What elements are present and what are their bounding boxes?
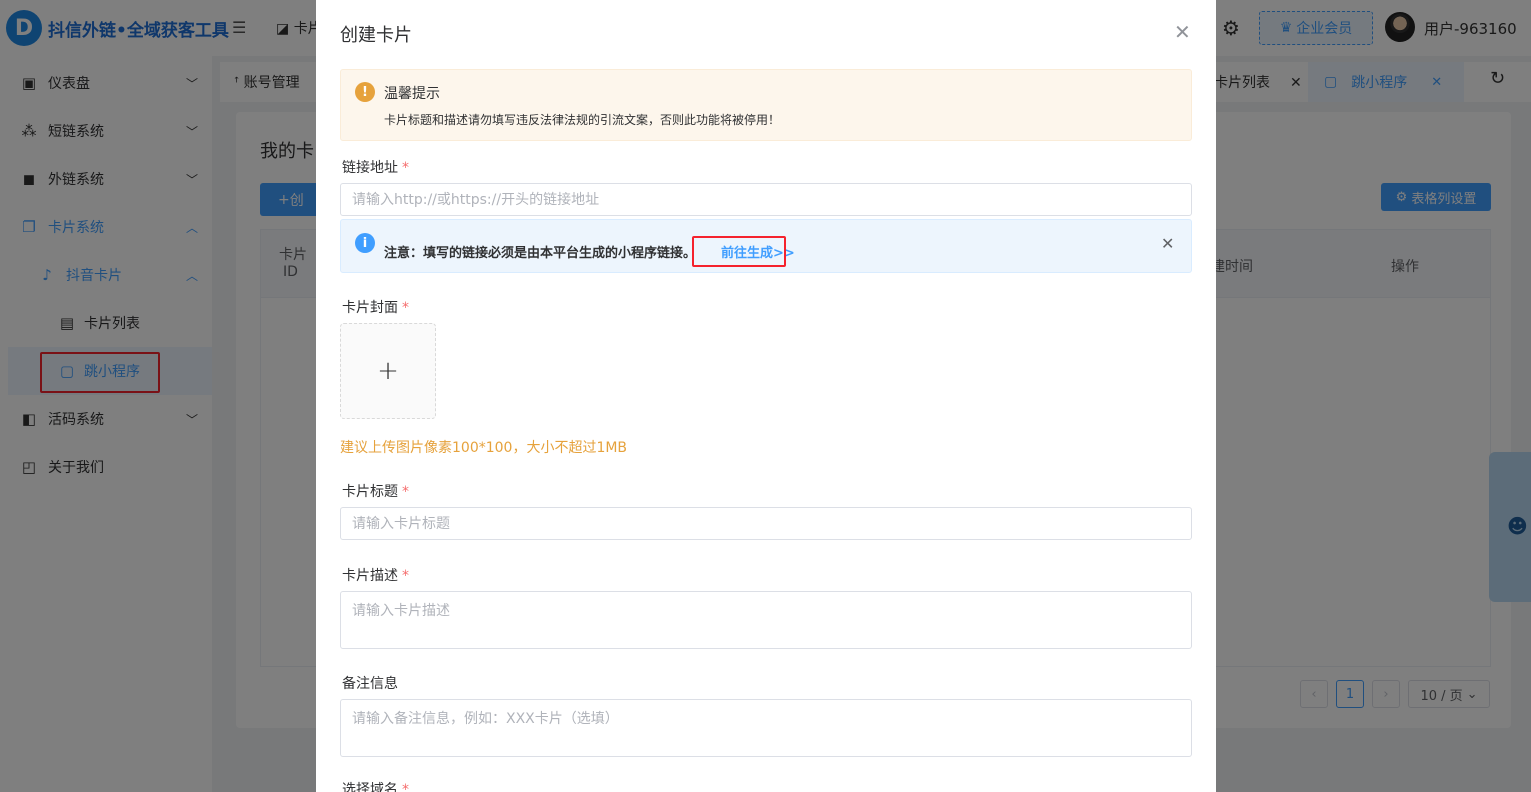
card-description-input[interactable] <box>340 591 1192 649</box>
close-icon[interactable]: ✕ <box>1174 21 1191 43</box>
remark-label-text: 备注信息 <box>342 676 398 692</box>
title-label-text: 卡片标题 <box>342 484 398 500</box>
link-label-text: 链接地址 <box>342 160 398 176</box>
warning-description: 卡片标题和描述请勿填写违反法律法规的引流文案，否则此功能将被停用！ <box>384 113 781 127</box>
dialog-title: 创建卡片 <box>340 25 412 46</box>
domain-label: 选择域名 * <box>342 779 409 792</box>
required-mark: * <box>402 300 409 316</box>
plus-icon: + <box>377 356 399 386</box>
desc-label-text: 卡片描述 <box>342 568 398 584</box>
remark-label: 备注信息 <box>342 673 398 693</box>
info-icon: i <box>355 233 375 253</box>
cover-label: 卡片封面 * <box>342 297 409 317</box>
highlight-box-generate <box>692 236 786 267</box>
required-mark: * <box>402 484 409 500</box>
warning-title: 温馨提示 <box>384 86 440 102</box>
title-label: 卡片标题 * <box>342 481 409 501</box>
required-mark: * <box>402 782 409 792</box>
domain-label-text: 选择域名 <box>342 782 398 792</box>
card-title-input[interactable] <box>340 507 1192 540</box>
cover-upload-button[interactable]: + <box>340 323 436 419</box>
link-label: 链接地址 * <box>342 157 409 177</box>
warning-alert: ! 温馨提示 卡片标题和描述请勿填写违反法律法规的引流文案，否则此功能将被停用！ <box>340 69 1192 141</box>
notice-text: 注意：填写的链接必须是由本平台生成的小程序链接。 <box>384 246 697 261</box>
create-card-dialog: 创建卡片 ✕ ! 温馨提示 卡片标题和描述请勿填写违反法律法规的引流文案，否则此… <box>316 0 1216 792</box>
warning-icon: ! <box>355 82 375 102</box>
required-mark: * <box>402 160 409 176</box>
required-mark: * <box>402 568 409 584</box>
upload-tip: 建议上传图片像素100*100，大小不超过1MB <box>340 440 628 456</box>
close-icon[interactable]: ✕ <box>1161 234 1174 253</box>
remark-input[interactable] <box>340 699 1192 757</box>
link-input[interactable] <box>340 183 1192 216</box>
cover-label-text: 卡片封面 <box>342 300 398 316</box>
desc-label: 卡片描述 * <box>342 565 409 585</box>
